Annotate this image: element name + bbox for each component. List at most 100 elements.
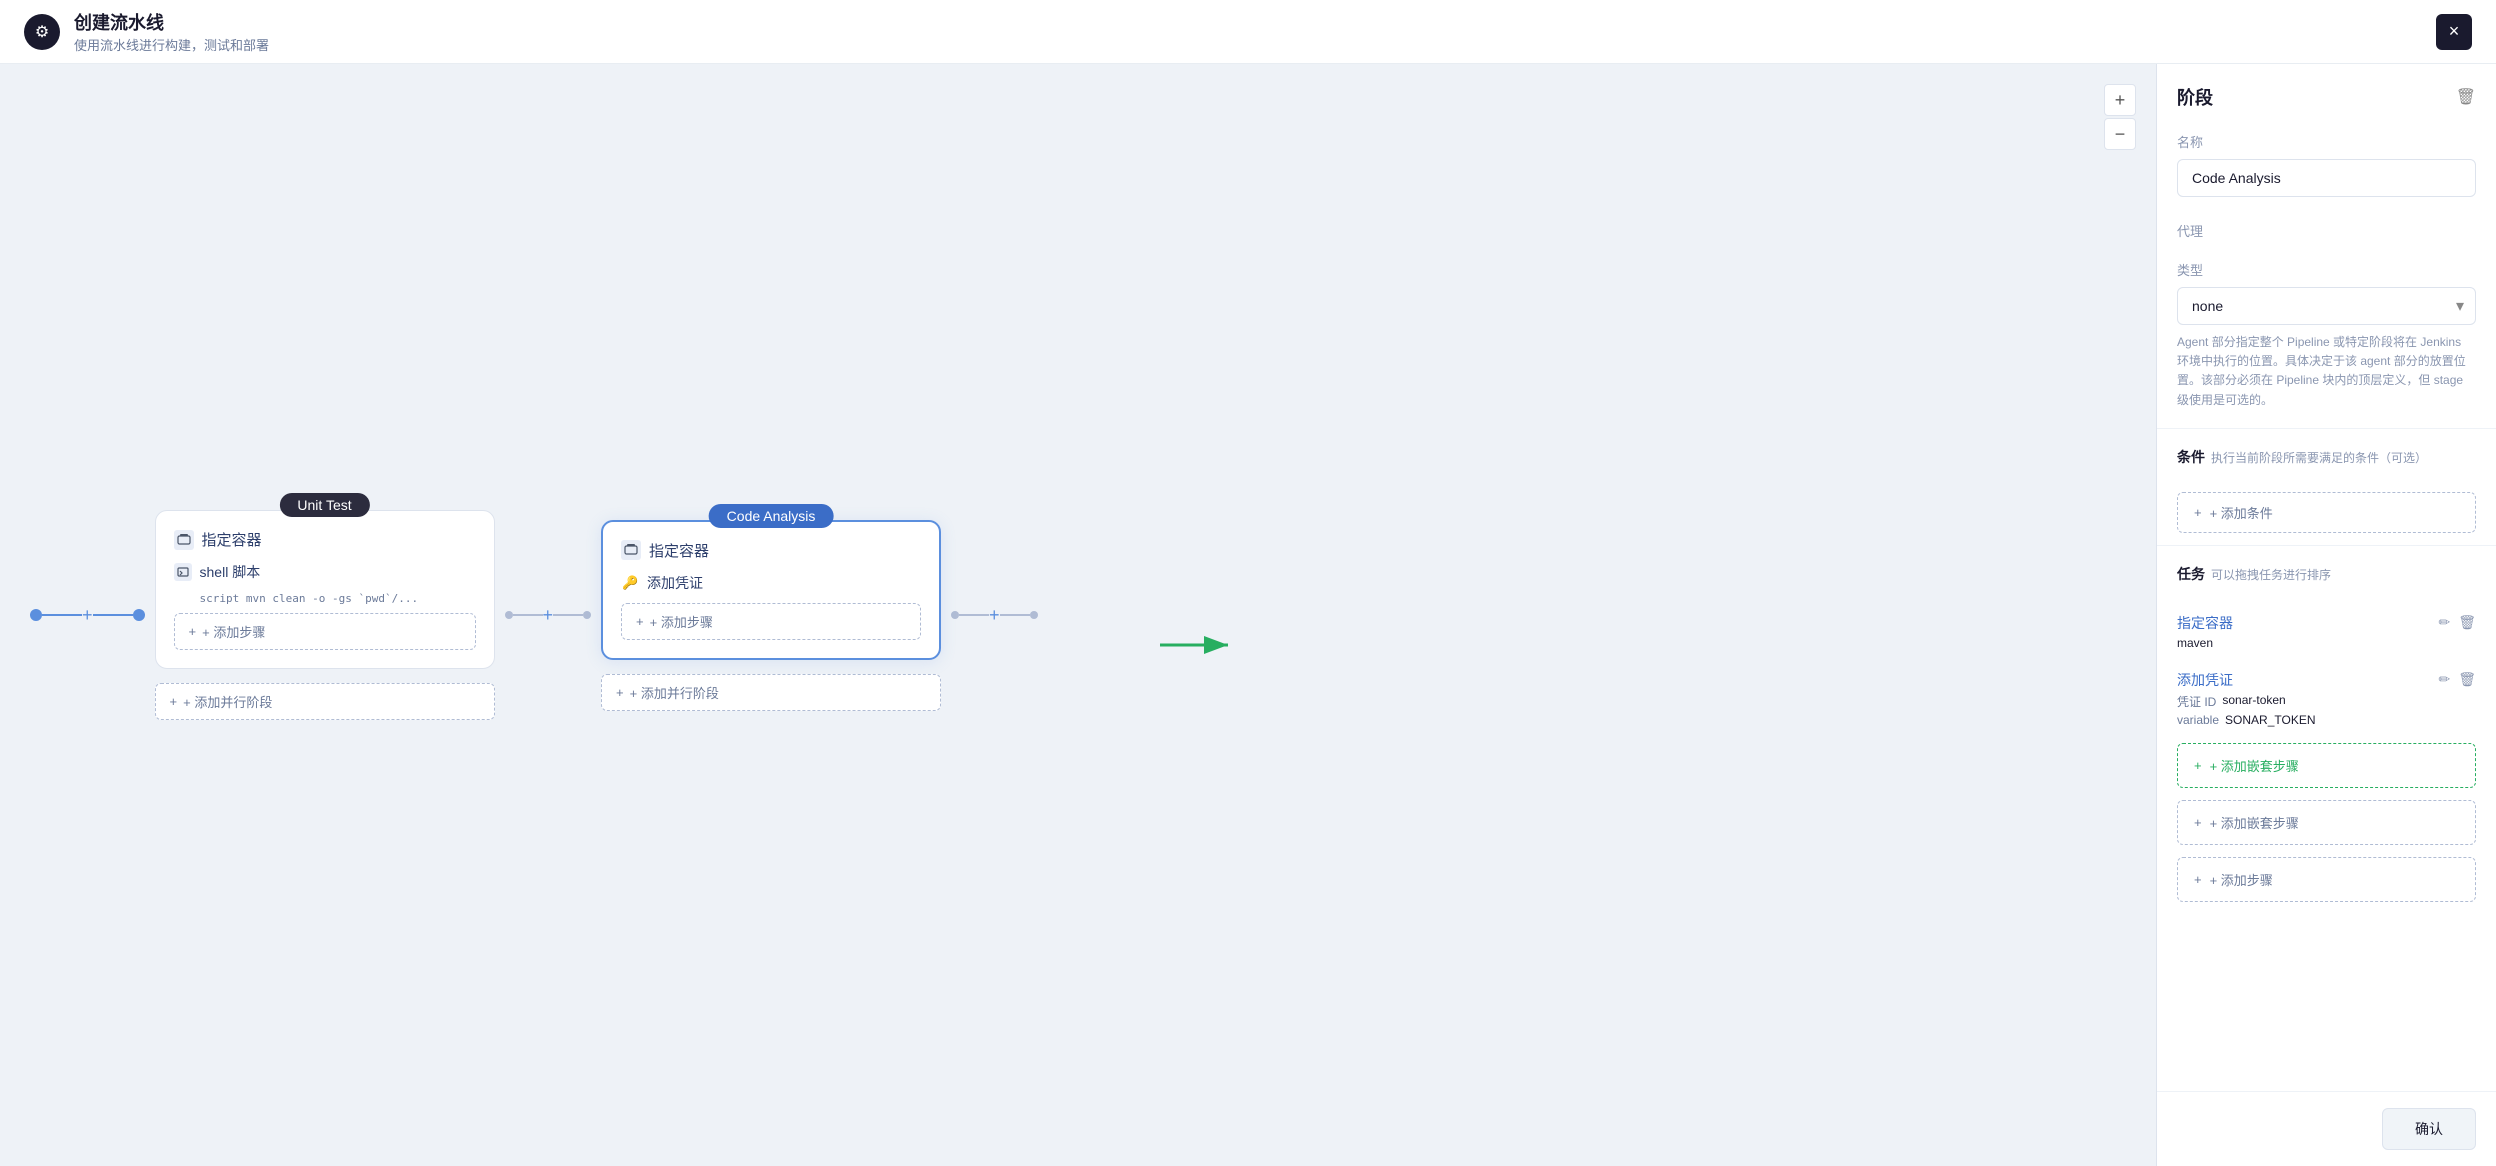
agent-desc: Agent 部分指定整个 Pipeline 或特定阶段将在 Jenkins 环境…: [2177, 333, 2476, 410]
tasks-title: 任务: [2177, 564, 2205, 584]
code-analysis-credential-step: 🔑 添加凭证: [621, 573, 921, 593]
connector-line2: [93, 614, 133, 616]
end-dot: [133, 609, 145, 621]
logo-icon: ⚙: [35, 22, 49, 42]
ca-container-label: 指定容器: [649, 540, 709, 561]
task-item-container: 指定容器 ✏ 🗑 maven: [2157, 603, 2496, 660]
add-condition-button[interactable]: + + 添加条件: [2177, 492, 2476, 533]
add-nested-step-label: + 添加嵌套步骤: [2210, 813, 2299, 832]
panel-footer: 确认: [2157, 1091, 2496, 1166]
add-step-label: + 添加步骤: [202, 622, 265, 641]
ca-container-icon: [621, 540, 641, 560]
header-left: ⚙ 创建流水线 使用流水线进行构建，测试和部署: [24, 9, 269, 54]
confirm-button[interactable]: 确认: [2382, 1108, 2476, 1150]
add-step-panel-button[interactable]: + + 添加步骤: [2177, 857, 2476, 902]
right-panel: 阶段 🗑 名称 代理 类型 none ▾ Agent 部分指定整个 Pipeli…: [2156, 64, 2496, 1166]
middle-connector: +: [505, 605, 592, 626]
panel-header: 阶段 🗑: [2157, 64, 2496, 120]
credential-icon: 🔑: [621, 574, 639, 592]
add-condition-icon: +: [2194, 505, 2202, 520]
task-container-name: 指定容器: [2177, 613, 2233, 633]
shell-label: shell 脚本: [200, 562, 261, 582]
tasks-section: 任务 可以拖拽任务进行排序: [2157, 552, 2496, 603]
end-line1: [959, 614, 989, 616]
ca-add-step-icon: +: [636, 614, 644, 629]
header-title-group: 创建流水线 使用流水线进行构建，测试和部署: [74, 9, 269, 54]
task-credential-name: 添加凭证: [2177, 670, 2233, 690]
task-credential-edit-icon[interactable]: ✏: [2438, 671, 2450, 688]
code-analysis-node[interactable]: Code Analysis 指定容器 🔑 添加凭证 + + 添加步骤: [601, 520, 941, 660]
name-label: 名称: [2177, 132, 2476, 151]
task-credential-id-label: 凭证 ID: [2177, 693, 2216, 710]
name-input[interactable]: [2177, 159, 2476, 197]
unit-test-shell-step: shell 脚本: [174, 562, 476, 582]
container-icon: [174, 530, 194, 550]
task-credential-id-value: sonar-token: [2222, 693, 2285, 710]
end-dot2: [1030, 611, 1038, 619]
add-step-panel-label: + 添加步骤: [2210, 870, 2273, 889]
task-item-credential: 添加凭证 ✏ 🗑 凭证 ID sonar-token variable SONA…: [2157, 660, 2496, 737]
add-middle-icon[interactable]: +: [543, 605, 554, 626]
divider1: [2157, 428, 2496, 429]
start-connector: +: [30, 605, 145, 626]
page-subtitle: 使用流水线进行构建，测试和部署: [74, 35, 269, 54]
unit-test-label: Unit Test: [279, 493, 369, 517]
panel-title: 阶段: [2177, 84, 2213, 110]
agent-section: 代理: [2157, 209, 2496, 260]
task-container-value: maven: [2177, 636, 2213, 650]
code-analysis-add-step-button[interactable]: + + 添加步骤: [621, 603, 921, 640]
add-nested-step-highlighted-label: + 添加嵌套步骤: [2210, 756, 2299, 775]
mid-dot2: [583, 611, 591, 619]
mid-dot1: [505, 611, 513, 619]
task-credential-delete-icon[interactable]: 🗑: [2458, 671, 2476, 688]
code-analysis-label: Code Analysis: [709, 504, 834, 528]
task-container-edit-icon[interactable]: ✏: [2438, 614, 2450, 631]
add-parallel-icon: +: [170, 694, 178, 709]
shell-icon: [174, 563, 192, 581]
app-logo: ⚙: [24, 14, 60, 50]
add-parallel-label: + 添加并行阶段: [183, 692, 272, 711]
add-nested-step-button-highlighted[interactable]: + + 添加嵌套步骤: [2177, 743, 2476, 788]
code-analysis-add-parallel-button[interactable]: + + 添加并行阶段: [601, 674, 941, 711]
conditions-sub: 执行当前阶段所需要满足的条件（可选）: [2211, 449, 2427, 466]
agent-type-select-wrapper: none ▾: [2177, 287, 2476, 325]
conditions-section: 条件 执行当前阶段所需要满足的条件（可选）: [2157, 435, 2496, 486]
unit-test-node[interactable]: Unit Test 指定容器 shell 脚本 script mvn c: [155, 510, 495, 669]
panel-delete-icon[interactable]: 🗑: [2456, 87, 2476, 107]
add-condition-label: + 添加条件: [2210, 503, 2273, 522]
agent-type-label: 类型: [2177, 260, 2476, 279]
pipeline-canvas: + − + Unit Test: [0, 64, 2156, 1166]
mid-line2: [553, 614, 583, 616]
add-nested-step-highlighted-icon: +: [2194, 758, 2202, 773]
add-step-icon: +: [189, 624, 197, 639]
task-container-actions: ✏ 🗑: [2438, 614, 2476, 631]
add-nested-step-button[interactable]: + + 添加嵌套步骤: [2177, 800, 2476, 845]
zoom-in-button[interactable]: +: [2104, 84, 2136, 116]
task-credential-detail2: variable SONAR_TOKEN: [2177, 713, 2476, 727]
zoom-controls: + −: [2104, 84, 2136, 150]
unit-test-add-parallel-button[interactable]: + + 添加并行阶段: [155, 683, 495, 720]
end-line2: [1000, 614, 1030, 616]
conditions-title: 条件: [2177, 447, 2205, 467]
end-dot1: [951, 611, 959, 619]
ca-add-step-label: + 添加步骤: [650, 612, 713, 631]
task-container-delete-icon[interactable]: 🗑: [2458, 614, 2476, 631]
credential-label: 添加凭证: [647, 573, 703, 593]
zoom-out-button[interactable]: −: [2104, 118, 2136, 150]
header: ⚙ 创建流水线 使用流水线进行构建，测试和部署 ×: [0, 0, 2496, 64]
task-credential-title: 添加凭证 ✏ 🗑: [2177, 670, 2476, 690]
code-analysis-node-wrapper: Code Analysis 指定容器 🔑 添加凭证 + + 添加步骤: [601, 520, 941, 711]
divider2: [2157, 545, 2496, 546]
add-nested-step-icon: +: [2194, 815, 2202, 830]
agent-type-select[interactable]: none: [2177, 287, 2476, 325]
start-dot: [30, 609, 42, 621]
unit-test-add-step-button[interactable]: + + 添加步骤: [174, 613, 476, 650]
task-credential-var-value: SONAR_TOKEN: [2225, 713, 2315, 727]
close-button[interactable]: ×: [2436, 14, 2472, 50]
add-stage-icon[interactable]: +: [82, 605, 93, 626]
connector-line: [42, 614, 82, 616]
mid-line1: [513, 614, 543, 616]
ca-add-parallel-icon: +: [616, 685, 624, 700]
add-end-icon[interactable]: +: [989, 605, 1000, 626]
task-credential-var-label: variable: [2177, 713, 2219, 727]
